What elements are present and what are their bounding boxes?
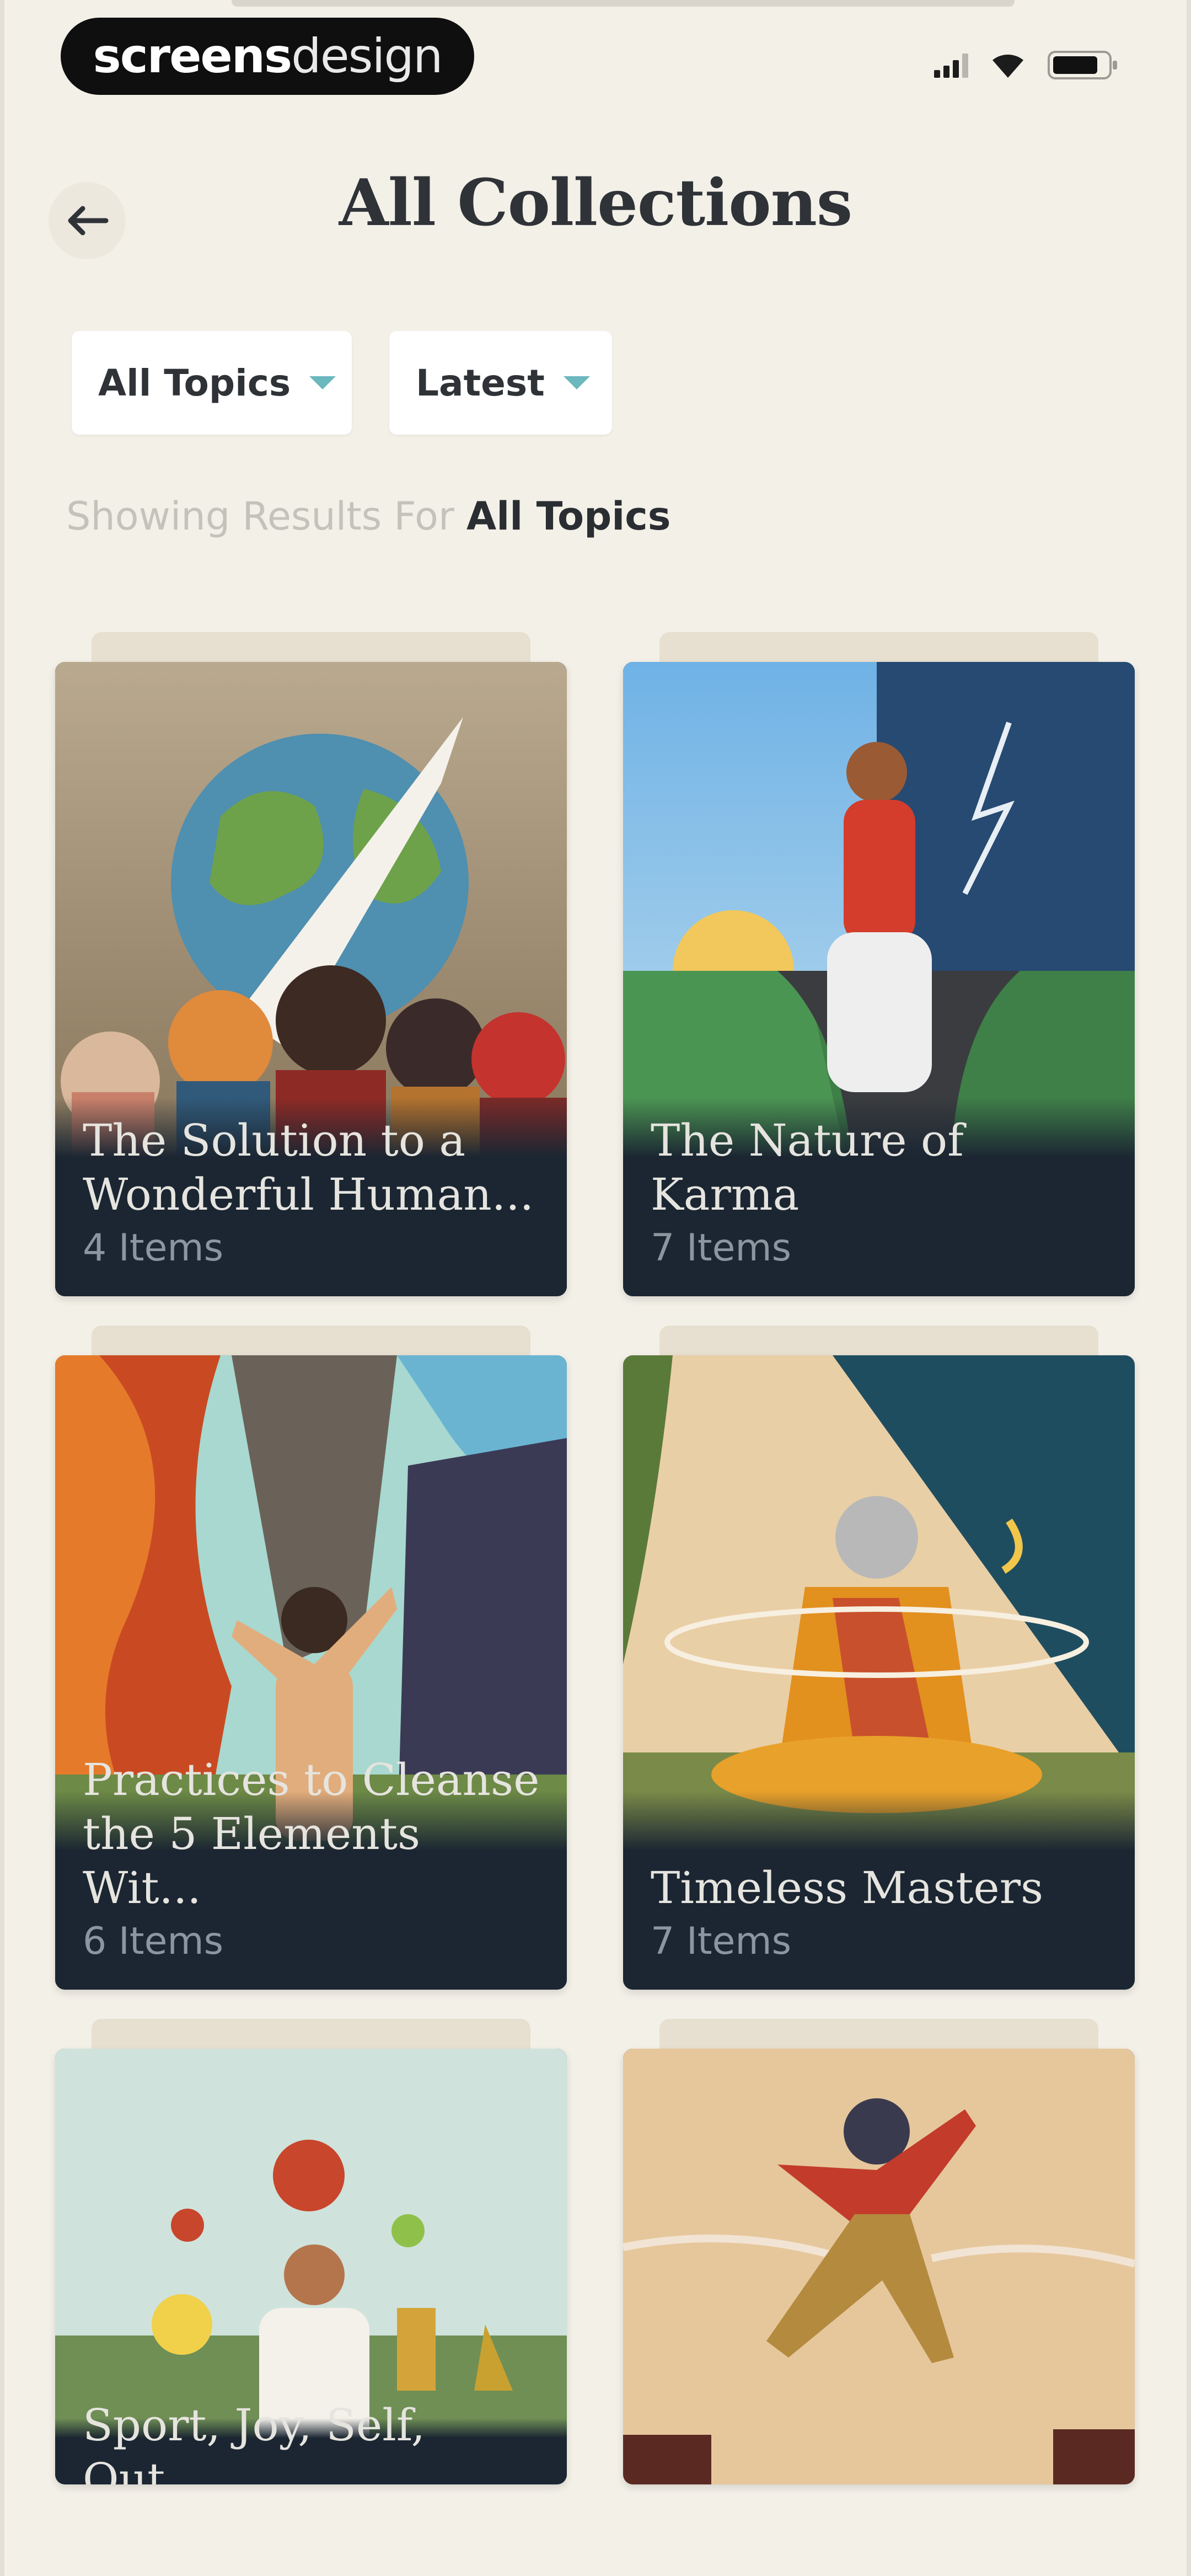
status-icons xyxy=(934,50,1119,81)
brand-bold-text: screens xyxy=(93,29,293,84)
results-topic: All Topics xyxy=(466,494,671,539)
chevron-down-icon xyxy=(309,376,336,389)
chevron-down-icon xyxy=(563,376,590,389)
sort-label: Latest xyxy=(416,361,545,404)
results-summary: Showing Results For All Topics xyxy=(66,494,670,539)
collection-artwork xyxy=(623,2049,1135,2484)
collection-title: Practices to Cleanse the 5 Elements Wit.… xyxy=(83,1754,540,1914)
collection-count: 4 Items xyxy=(83,1226,224,1270)
topic-filter-label: All Topics xyxy=(98,361,291,404)
collection-title: Timeless Masters xyxy=(651,1862,1044,1914)
collection-card[interactable]: Timeless Masters 7 Items xyxy=(623,1326,1135,1990)
collection-title: Sport, Joy, Self, Out... xyxy=(83,2399,426,2484)
brand-watermark: screens design xyxy=(61,18,474,95)
collection-card[interactable] xyxy=(623,2019,1135,2484)
collection-count: 6 Items xyxy=(83,1920,224,1963)
page-title: All Collections xyxy=(339,165,852,241)
brand-light-text: design xyxy=(291,29,443,84)
collection-count: 7 Items xyxy=(651,1920,792,1963)
frame-edge-right xyxy=(1187,0,1191,2576)
battery-icon xyxy=(1048,50,1119,81)
signal-icon xyxy=(934,52,968,78)
collection-title: The Solution to a Wonderful Human... xyxy=(83,1115,534,1220)
top-handle xyxy=(232,0,1015,7)
collection-card[interactable]: The Nature of Karma 7 Items xyxy=(623,632,1135,1296)
wifi-icon xyxy=(990,51,1026,79)
collection-count: 7 Items xyxy=(651,1226,792,1270)
collection-card[interactable]: Practices to Cleanse the 5 Elements Wit.… xyxy=(55,1326,567,1990)
sort-dropdown[interactable]: Latest xyxy=(389,331,612,435)
results-prefix: Showing Results For xyxy=(66,494,454,539)
frame-edge-left xyxy=(0,0,4,2576)
topic-filter-dropdown[interactable]: All Topics xyxy=(72,331,352,435)
collection-title: The Nature of Karma xyxy=(651,1115,964,1220)
collection-card[interactable]: Sport, Joy, Self, Out... xyxy=(55,2019,567,2484)
collection-card[interactable]: The Solution to a Wonderful Human... 4 I… xyxy=(55,632,567,1296)
